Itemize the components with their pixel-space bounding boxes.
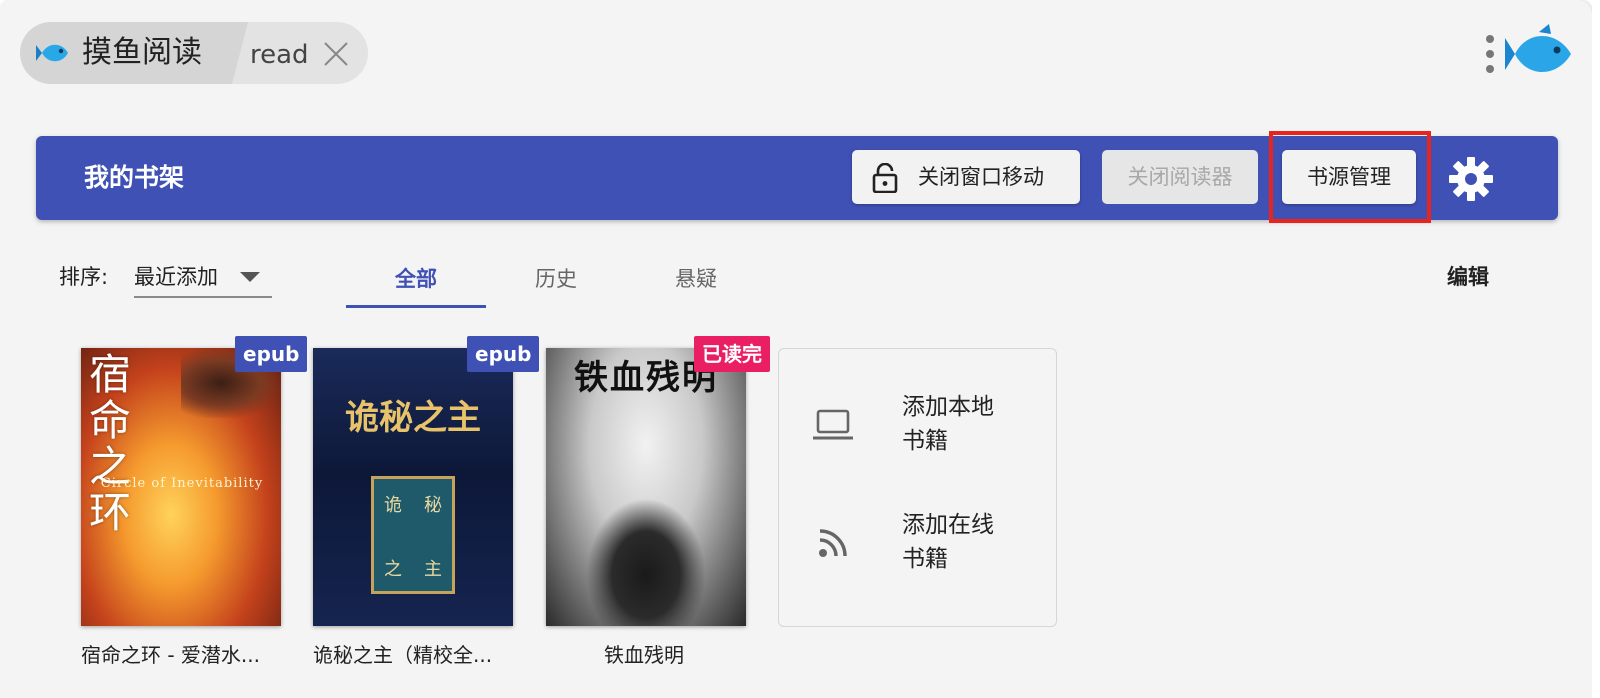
close-icon[interactable] — [322, 40, 350, 68]
app-title[interactable]: 摸鱼阅读 — [82, 33, 202, 73]
unlock-icon — [872, 163, 898, 193]
sort-select[interactable]: 最近添加 — [134, 258, 272, 298]
disable-window-move-button[interactable]: 关闭窗口移动 — [852, 150, 1080, 204]
fish-logo-icon — [1505, 24, 1571, 72]
cover-art: 诡 秘 之 主 — [371, 476, 455, 594]
cover-title: 宿命之环 — [89, 350, 132, 537]
format-badge: epub — [235, 336, 308, 372]
add-local-line2: 书籍 — [902, 428, 948, 454]
book-title[interactable]: 诡秘之主（精校全... — [313, 640, 492, 670]
read-status-badge: 已读完 — [694, 336, 770, 372]
active-tab-indicator — [346, 305, 486, 308]
add-online-book-button[interactable]: 添加在线 书籍 — [902, 508, 1022, 576]
rss-icon[interactable] — [818, 528, 848, 558]
add-online-line1: 添加在线 — [902, 512, 994, 538]
cover-box-char: 主 — [424, 559, 442, 580]
cover-art — [586, 498, 706, 626]
page-title: 我的书架 — [84, 163, 185, 192]
cover-subtitle: Circle of Inevitability — [100, 476, 264, 491]
tab-all[interactable]: 全部 — [346, 264, 486, 294]
add-local-line1: 添加本地 — [902, 394, 994, 420]
tab-mystery[interactable]: 悬疑 — [626, 264, 766, 294]
add-online-line2: 书籍 — [902, 546, 948, 572]
cover-box-char: 秘 — [424, 495, 442, 516]
close-reader-button[interactable]: 关闭阅读器 — [1102, 150, 1258, 204]
edit-button[interactable]: 编辑 — [1447, 262, 1489, 292]
laptop-icon[interactable] — [812, 408, 854, 442]
book-title[interactable]: 宿命之环 - 爱潜水... — [81, 640, 260, 670]
disable-window-move-label: 关闭窗口移动 — [918, 165, 1044, 189]
cover-box-char: 之 — [384, 559, 402, 580]
highlight-box — [1269, 131, 1431, 223]
format-badge: epub — [467, 336, 540, 372]
tab-history[interactable]: 历史 — [486, 264, 626, 294]
book-cover[interactable]: 铁血残明 — [546, 348, 746, 626]
gear-icon[interactable] — [1448, 156, 1494, 202]
book-cover[interactable]: 宿命之环 Circle of Inevitability — [81, 348, 281, 626]
add-local-book-button[interactable]: 添加本地 书籍 — [902, 390, 1022, 458]
tab-read-label[interactable]: read — [250, 38, 309, 72]
cover-box-char: 诡 — [384, 495, 402, 516]
fish-icon — [36, 44, 68, 62]
chevron-down-icon — [240, 272, 260, 282]
sort-value: 最近添加 — [134, 265, 218, 289]
more-vert-icon[interactable] — [1485, 34, 1495, 74]
book-cover[interactable]: 诡秘之主 诡 秘 之 主 — [313, 348, 513, 626]
book-title[interactable]: 铁血残明 — [604, 640, 684, 670]
window-edge — [1592, 0, 1600, 698]
cover-title: 诡秘之主 — [345, 398, 481, 438]
sort-label: 排序: — [59, 265, 109, 289]
